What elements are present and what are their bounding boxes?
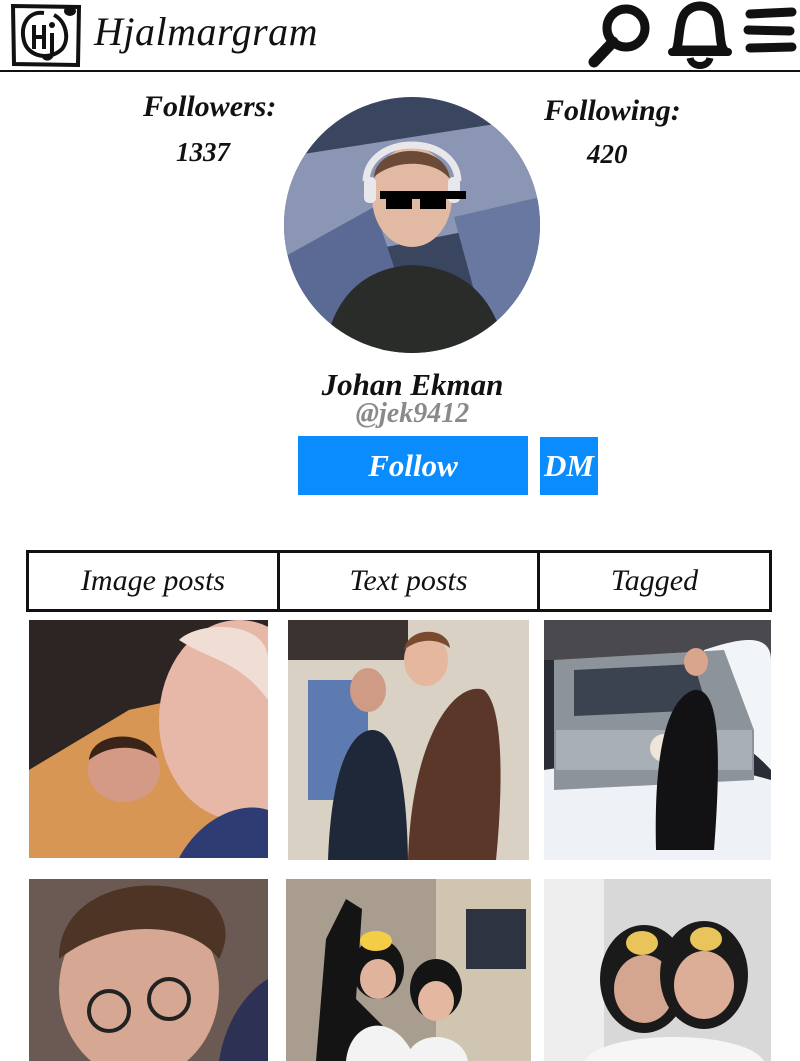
post-thumbnail[interactable]	[544, 620, 771, 860]
tab-text-posts[interactable]: Text posts	[280, 553, 540, 609]
profile-page: Hjalmargram Followers: 1337 Following: 4	[0, 0, 800, 1061]
bell-icon[interactable]	[662, 0, 734, 72]
following-count[interactable]: 420	[587, 139, 628, 170]
search-icon[interactable]	[586, 0, 656, 70]
menu-icon[interactable]	[742, 0, 798, 60]
dm-button[interactable]: DM	[540, 437, 598, 495]
app-title: Hjalmargram	[94, 9, 319, 54]
followers-count[interactable]: 1337	[176, 137, 230, 168]
following-label: Following:	[544, 94, 681, 127]
post-thumbnail[interactable]	[288, 620, 529, 860]
post-tabs: Image posts Text posts Tagged	[26, 550, 772, 612]
profile-handle: @jek9412	[355, 398, 470, 429]
follow-button[interactable]: Follow	[298, 436, 528, 495]
post-thumbnail[interactable]	[544, 879, 771, 1061]
post-thumbnail[interactable]	[29, 620, 268, 858]
tab-image-posts[interactable]: Image posts	[29, 553, 280, 609]
tab-tagged[interactable]: Tagged	[540, 553, 769, 609]
hjalmargram-logo-icon[interactable]	[10, 3, 82, 68]
post-thumbnail[interactable]	[286, 879, 531, 1061]
post-thumbnail[interactable]	[29, 879, 268, 1061]
followers-label: Followers:	[143, 90, 277, 123]
app-header: Hjalmargram	[0, 0, 800, 72]
avatar	[284, 97, 540, 353]
